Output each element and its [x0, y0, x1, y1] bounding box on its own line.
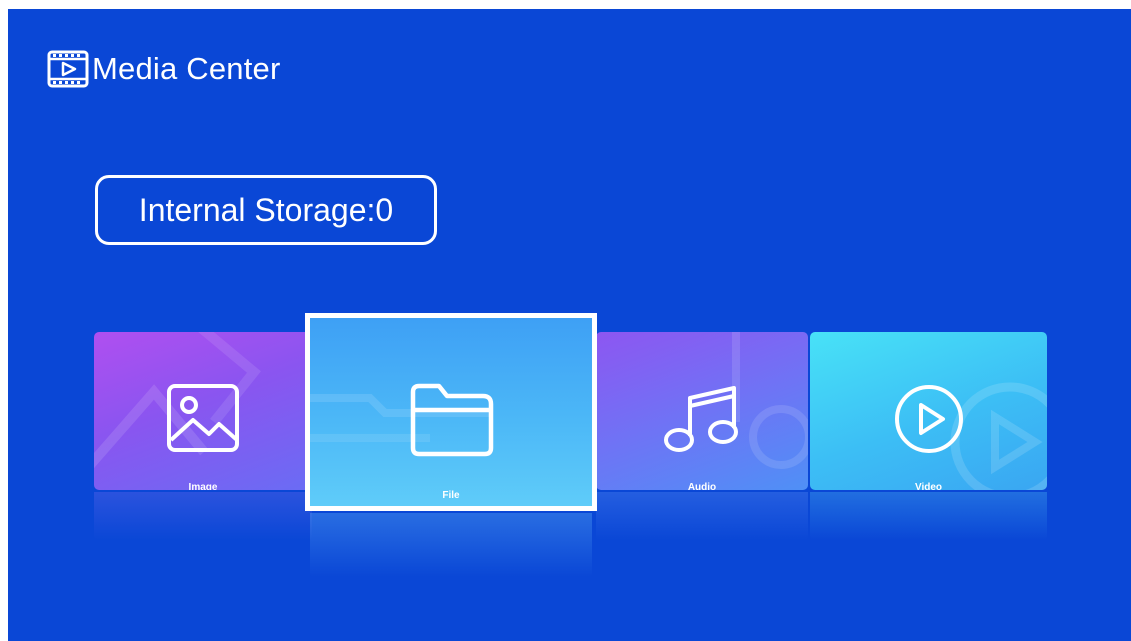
tile-label: Audio	[687, 482, 717, 490]
tile-image[interactable]: Image	[94, 332, 312, 490]
media-center-screen: Media Center Internal Storage:0 Image Au…	[8, 9, 1131, 641]
play-circle-icon	[894, 385, 963, 453]
folder-icon	[410, 383, 494, 457]
tile-label: Image	[188, 482, 218, 490]
tile-reflection	[310, 513, 592, 577]
tile-audio[interactable]: Audio	[596, 332, 808, 490]
tile-video[interactable]: Video	[810, 332, 1047, 490]
music-note-icon	[664, 386, 738, 452]
tile-reflection	[94, 492, 312, 540]
tile-label: File	[442, 490, 460, 501]
tile-reflection	[810, 492, 1047, 540]
image-icon	[167, 384, 239, 452]
tile-reflection	[596, 492, 808, 540]
tile-label: Video	[914, 482, 943, 490]
tile-file[interactable]: File	[305, 313, 597, 511]
media-tiles: Image Audio Video File	[8, 9, 1131, 641]
